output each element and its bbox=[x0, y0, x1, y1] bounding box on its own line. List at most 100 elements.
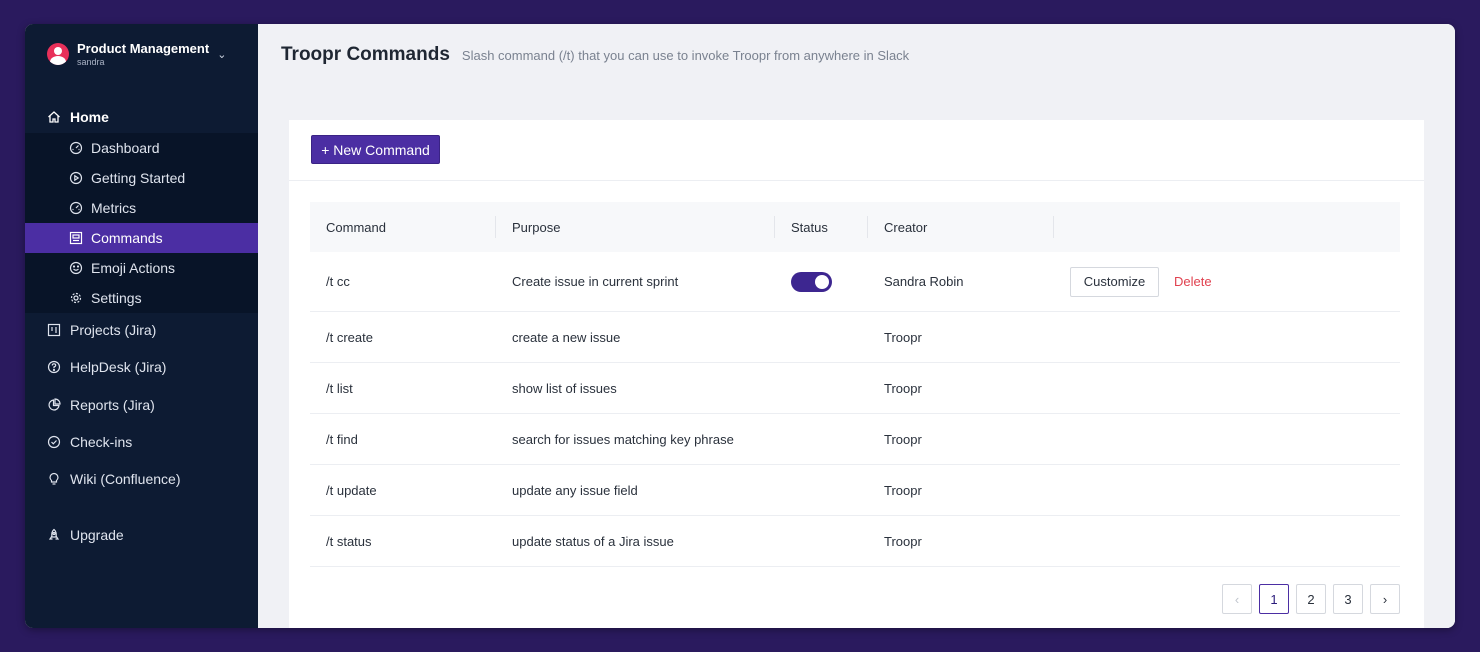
sidebar-item-projects[interactable]: Projects (Jira) bbox=[25, 315, 258, 345]
check-circle-icon bbox=[47, 435, 61, 449]
avatar bbox=[47, 43, 69, 65]
column-header-purpose: Purpose bbox=[496, 202, 775, 252]
creator-cell: Troopr bbox=[884, 482, 922, 498]
status-cell bbox=[775, 465, 868, 515]
purpose-cell: show list of issues bbox=[512, 380, 617, 396]
sidebar-item-helpdesk[interactable]: HelpDesk (Jira) bbox=[25, 352, 258, 382]
board-icon bbox=[47, 323, 61, 337]
sidebar-item-metrics[interactable]: Metrics bbox=[25, 193, 258, 223]
sidebar-item-reports[interactable]: Reports (Jira) bbox=[25, 390, 258, 420]
table-row: /t create create a new issue Troopr bbox=[310, 312, 1400, 363]
status-cell bbox=[775, 363, 868, 413]
commands-table: Command Purpose Status Creator /t cc Cre… bbox=[310, 202, 1400, 567]
actions-cell bbox=[1054, 465, 1400, 515]
workspace-user: sandra bbox=[77, 56, 105, 67]
workspace-name: Product Management bbox=[77, 40, 210, 56]
table-row: /t update update any issue field Troopr bbox=[310, 465, 1400, 516]
sidebar-item-label: Home bbox=[70, 109, 109, 125]
sidebar-item-emoji-actions[interactable]: Emoji Actions bbox=[25, 253, 258, 283]
app-window: Product Management sandra ⌄ Home Dashboa… bbox=[25, 24, 1455, 628]
page-button-1[interactable]: 1 bbox=[1259, 584, 1289, 614]
prev-page-button[interactable]: ‹ bbox=[1222, 584, 1252, 614]
sidebar-item-label: Check-ins bbox=[70, 434, 133, 450]
commands-card: + New Command Command Purpose Status Cre… bbox=[289, 120, 1424, 628]
sidebar-item-label: Commands bbox=[91, 230, 163, 246]
sidebar-item-label: Metrics bbox=[91, 200, 137, 216]
rocket-icon bbox=[47, 528, 61, 542]
column-header-creator: Creator bbox=[868, 202, 1054, 252]
status-cell bbox=[775, 312, 868, 362]
next-page-button[interactable]: › bbox=[1370, 584, 1400, 614]
column-header-status: Status bbox=[775, 202, 868, 252]
creator-cell: Troopr bbox=[884, 380, 922, 396]
purpose-cell: create a new issue bbox=[512, 329, 621, 345]
command-icon bbox=[69, 231, 83, 245]
purpose-cell: update status of a Jira issue bbox=[512, 533, 674, 549]
command-cell: /t cc bbox=[326, 274, 350, 289]
status-cell bbox=[775, 414, 868, 464]
command-cell: /t create bbox=[326, 329, 373, 345]
table-header: Command Purpose Status Creator bbox=[310, 202, 1400, 252]
column-header-command: Command bbox=[310, 202, 496, 252]
status-toggle[interactable] bbox=[791, 271, 832, 292]
table-row: /t list show list of issues Troopr bbox=[310, 363, 1400, 414]
help-circle-icon bbox=[47, 360, 61, 374]
customize-button[interactable]: Customize bbox=[1070, 266, 1159, 297]
sidebar: Product Management sandra ⌄ Home Dashboa… bbox=[25, 24, 258, 628]
main-content: Troopr Commands Slash command (/t) that … bbox=[258, 24, 1455, 628]
actions-cell bbox=[1054, 516, 1400, 566]
sidebar-item-dashboard[interactable]: Dashboard bbox=[25, 133, 258, 163]
page-header: Troopr Commands Slash command (/t) that … bbox=[281, 44, 909, 66]
play-circle-icon bbox=[69, 171, 83, 185]
creator-cell: Troopr bbox=[884, 431, 922, 447]
sidebar-item-settings[interactable]: Settings bbox=[25, 283, 258, 313]
sidebar-item-check-ins[interactable]: Check-ins bbox=[25, 427, 258, 457]
table-row: /t find search for issues matching key p… bbox=[310, 414, 1400, 465]
sidebar-item-home[interactable]: Home bbox=[25, 102, 258, 132]
delete-link[interactable]: Delete bbox=[1174, 274, 1212, 289]
toolbar: + New Command bbox=[289, 120, 1424, 181]
purpose-cell: search for issues matching key phrase bbox=[512, 431, 734, 447]
purpose-cell: Create issue in current sprint bbox=[512, 274, 679, 289]
table-row: /t status update status of a Jira issue … bbox=[310, 516, 1400, 567]
sidebar-item-getting-started[interactable]: Getting Started bbox=[25, 163, 258, 193]
purpose-cell: update any issue field bbox=[512, 482, 638, 498]
creator-cell: Troopr bbox=[884, 533, 922, 549]
new-command-button[interactable]: + New Command bbox=[311, 135, 440, 164]
home-icon bbox=[47, 110, 61, 124]
sidebar-item-commands[interactable]: Commands bbox=[25, 223, 258, 253]
sidebar-item-label: Reports (Jira) bbox=[70, 397, 155, 413]
command-cell: /t update bbox=[326, 482, 377, 498]
page-subtitle: Slash command (/t) that you can use to i… bbox=[461, 48, 910, 63]
page-title: Troopr Commands bbox=[281, 44, 450, 65]
sidebar-item-label: Projects (Jira) bbox=[70, 322, 157, 338]
actions-cell bbox=[1054, 312, 1400, 362]
status-cell bbox=[775, 252, 868, 311]
command-cell: /t find bbox=[326, 431, 358, 447]
sidebar-item-label: Upgrade bbox=[70, 527, 124, 543]
lightbulb-icon bbox=[47, 472, 61, 486]
command-cell: /t status bbox=[326, 533, 372, 549]
column-header-actions bbox=[1054, 202, 1400, 252]
home-subnav: Dashboard Getting Started Metrics Comman… bbox=[25, 133, 258, 313]
gauge-icon bbox=[69, 141, 83, 155]
page-button-3[interactable]: 3 bbox=[1333, 584, 1363, 614]
actions-cell bbox=[1054, 363, 1400, 413]
workspace-switcher[interactable]: Product Management sandra ⌄ bbox=[47, 38, 226, 70]
pagination: ‹ 1 2 3 › bbox=[1215, 584, 1400, 614]
page-button-2[interactable]: 2 bbox=[1296, 584, 1326, 614]
actions-cell: Customize Delete bbox=[1054, 252, 1400, 311]
sidebar-item-label: HelpDesk (Jira) bbox=[70, 359, 167, 375]
sidebar-item-label: Emoji Actions bbox=[91, 260, 176, 276]
status-cell bbox=[775, 516, 868, 566]
chevron-down-icon: ⌄ bbox=[217, 48, 227, 61]
sidebar-item-label: Dashboard bbox=[91, 140, 160, 156]
actions-cell bbox=[1054, 414, 1400, 464]
sidebar-item-wiki[interactable]: Wiki (Confluence) bbox=[25, 464, 258, 494]
smile-icon bbox=[69, 261, 83, 275]
creator-cell: Troopr bbox=[884, 329, 922, 345]
command-cell: /t list bbox=[326, 380, 353, 396]
sidebar-item-label: Settings bbox=[91, 290, 142, 306]
gear-icon bbox=[69, 291, 83, 305]
sidebar-item-upgrade[interactable]: Upgrade bbox=[25, 520, 258, 550]
